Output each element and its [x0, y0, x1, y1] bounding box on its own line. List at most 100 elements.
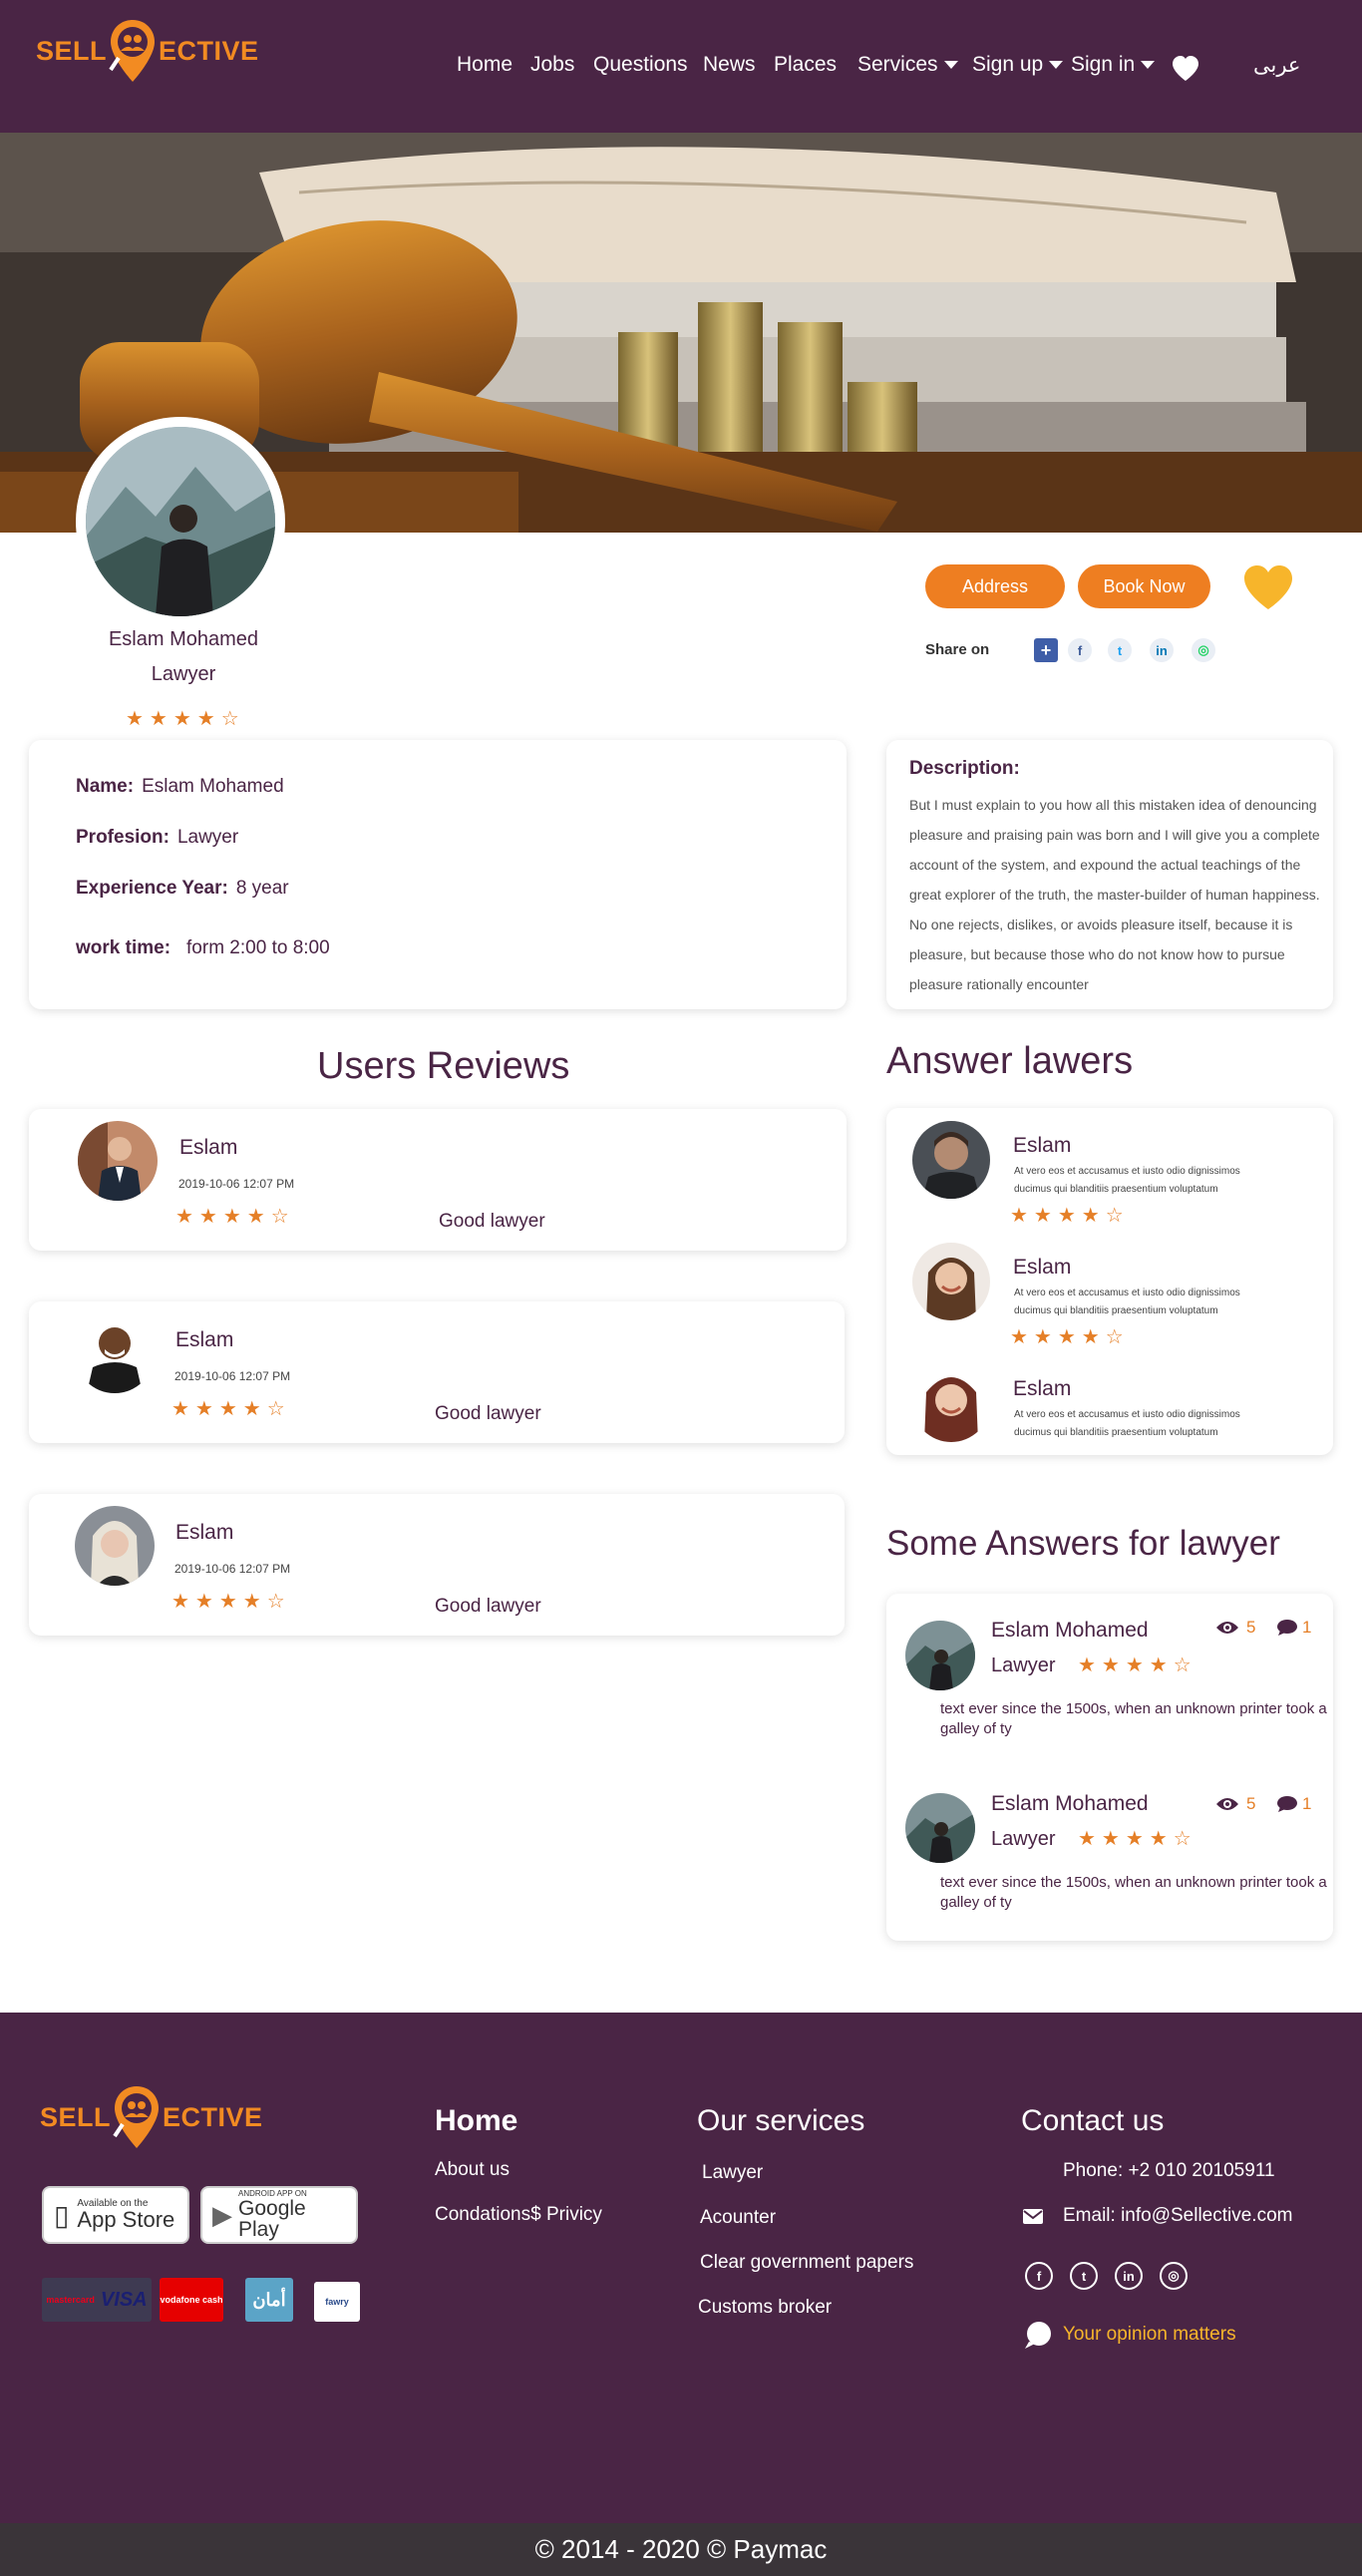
answer-text: text ever since the 1500s, when an unkno…: [940, 1700, 1327, 1737]
lawyer-rating: ★★★★☆: [1010, 1203, 1130, 1228]
language-toggle[interactable]: عربى: [1253, 53, 1300, 78]
copyright-bar: © 2014 - 2020 © Paymac: [0, 2523, 1362, 2576]
answer-name: Eslam Mohamed: [991, 1792, 1149, 1815]
views-count: 5: [1246, 1618, 1256, 1637]
app-store-big-text: App Store: [77, 2207, 175, 2232]
footer-logo[interactable]: SELL ECTIVE: [40, 2084, 263, 2150]
rating-stars: ★★★★☆: [171, 1398, 291, 1420]
chat-bubble-icon: [1023, 2320, 1053, 2350]
info-profession-label: Profesion:: [76, 827, 170, 848]
eye-icon: [1215, 1619, 1239, 1637]
site-logo[interactable]: SELL ECTIVE: [36, 18, 259, 84]
description-title: Description:: [909, 758, 1020, 779]
nav-questions[interactable]: Questions: [593, 53, 688, 77]
opinion-link[interactable]: Your opinion matters: [1063, 2324, 1236, 2346]
footer-service-customs[interactable]: Customs broker: [698, 2297, 832, 2319]
description-text: But I must explain to you how all this m…: [909, 797, 1320, 992]
review-name: Eslam: [175, 1328, 234, 1351]
nav-places[interactable]: Places: [774, 53, 837, 77]
profile-rating: ★★★★☆: [126, 706, 245, 731]
visa-label: VISA: [100, 2288, 148, 2311]
answer-role: Lawyer: [991, 1655, 1056, 1676]
logo-pin-icon: [113, 2084, 161, 2150]
answer-text: text ever since the 1500s, when an unkno…: [940, 1874, 1327, 1911]
lawyer-avatar: [912, 1121, 990, 1199]
info-name-label: Name:: [76, 776, 135, 797]
twitter-icon[interactable]: t: [1070, 2262, 1098, 2290]
rating-stars: ★★★★☆: [1078, 1655, 1197, 1676]
linkedin-icon[interactable]: in: [1115, 2262, 1143, 2290]
footer-conditions-link[interactable]: Condations$ Privicy: [435, 2204, 602, 2226]
rating-stars: ★★★★☆: [126, 708, 245, 730]
footer-service-accounter[interactable]: Acounter: [700, 2207, 776, 2229]
chevron-down-icon: [1049, 61, 1064, 70]
book-now-button[interactable]: Book Now: [1078, 564, 1210, 608]
comment-icon: [1276, 1795, 1298, 1813]
facebook-icon[interactable]: f: [1068, 638, 1092, 662]
review-date: 2019-10-06 12:07 PM: [178, 1177, 295, 1191]
views-count: 5: [1246, 1794, 1256, 1813]
answer-rating: ★★★★☆: [1078, 1653, 1197, 1677]
app-store-button[interactable]: ▯ Available on the App Store: [42, 2186, 189, 2244]
footer-services-title: Our services: [697, 2104, 865, 2137]
nav-signup-label: Sign up: [972, 53, 1044, 76]
logo-text-right: ECTIVE: [163, 2101, 263, 2132]
info-worktime-row: work time: form 2:00 to 8:00: [76, 937, 330, 959]
reviewer-avatar: [78, 1121, 158, 1201]
nav-services-dropdown[interactable]: Services: [857, 53, 958, 77]
answer-rating: ★★★★☆: [1078, 1826, 1197, 1851]
footer-email[interactable]: Email: info@Sellective.com: [1063, 2205, 1292, 2227]
comment-icon: [1276, 1619, 1298, 1637]
reviews-title: Users Reviews: [317, 1045, 570, 1087]
footer-service-lawyer[interactable]: Lawyer: [702, 2162, 763, 2184]
share-plus-icon[interactable]: +: [1034, 638, 1058, 662]
lawyer-text: At vero eos et accusamus et iusto odio d…: [1014, 1166, 1240, 1195]
lawyer-avatar: [912, 1364, 990, 1442]
info-experience-row: Experience Year: 8 year: [76, 878, 289, 900]
nav-signin-label: Sign in: [1071, 53, 1136, 76]
rating-stars: ★★★★☆: [1010, 1326, 1130, 1348]
chevron-down-icon: [1141, 61, 1156, 70]
rating-stars: ★★★★☆: [1078, 1828, 1197, 1850]
favorite-heart-icon[interactable]: [1242, 563, 1294, 611]
profile-name: Eslam Mohamed: [108, 628, 259, 650]
nav-home[interactable]: Home: [457, 53, 512, 77]
lawyer-name: Eslam: [1013, 1256, 1072, 1279]
lawyer-text: At vero eos et accusamus et iusto odio d…: [1014, 1409, 1240, 1438]
profile-avatar: [86, 427, 275, 616]
info-experience-value: 8 year: [235, 878, 289, 899]
info-worktime-value: form 2:00 to 8:00: [186, 937, 330, 958]
twitter-icon[interactable]: t: [1108, 638, 1132, 662]
nav-signup-dropdown[interactable]: Sign up: [972, 53, 1064, 77]
nav-signin-dropdown[interactable]: Sign in: [1071, 53, 1156, 77]
linkedin-icon[interactable]: in: [1150, 638, 1174, 662]
nav-jobs[interactable]: Jobs: [530, 53, 574, 77]
copyright-text: © 2014 - 2020 © Paymac: [534, 2534, 828, 2564]
review-rating: ★★★★☆: [175, 1204, 295, 1229]
address-button[interactable]: Address: [925, 564, 1065, 608]
heart-icon[interactable]: [1171, 55, 1200, 83]
footer-about-link[interactable]: About us: [435, 2159, 510, 2181]
facebook-icon[interactable]: f: [1025, 2262, 1053, 2290]
footer-phone: Phone: +2 010 20105911: [1063, 2160, 1275, 2181]
reviewer-avatar: [75, 1313, 155, 1393]
logo-text-left: SELL: [36, 35, 108, 66]
site-footer: SELL ECTIVE ▯ Available on the App Store…: [0, 2013, 1362, 2523]
google-play-button[interactable]: ▶ ANDROID APP ON Google Play: [200, 2186, 358, 2244]
review-text: Good lawyer: [435, 1403, 541, 1424]
nav-news[interactable]: News: [703, 53, 756, 77]
profile-role: Lawyer: [151, 663, 216, 685]
whatsapp-icon[interactable]: ◎: [1160, 2262, 1188, 2290]
rating-stars: ★★★★☆: [1010, 1205, 1130, 1227]
chevron-down-icon: [943, 61, 958, 70]
info-name-row: Name: Eslam Mohamed: [76, 776, 284, 798]
google-play-big-text: Google Play: [238, 2197, 306, 2241]
review-date: 2019-10-06 12:07 PM: [174, 1369, 291, 1383]
reviewer-avatar: [75, 1506, 155, 1586]
footer-service-government[interactable]: Clear government papers: [700, 2252, 913, 2274]
footer-home-title[interactable]: Home: [435, 2104, 517, 2138]
whatsapp-icon[interactable]: ◎: [1192, 638, 1215, 662]
answer-avatar: [905, 1793, 975, 1863]
info-worktime-label: work time:: [76, 937, 171, 958]
play-icon: ▶: [212, 2199, 232, 2230]
